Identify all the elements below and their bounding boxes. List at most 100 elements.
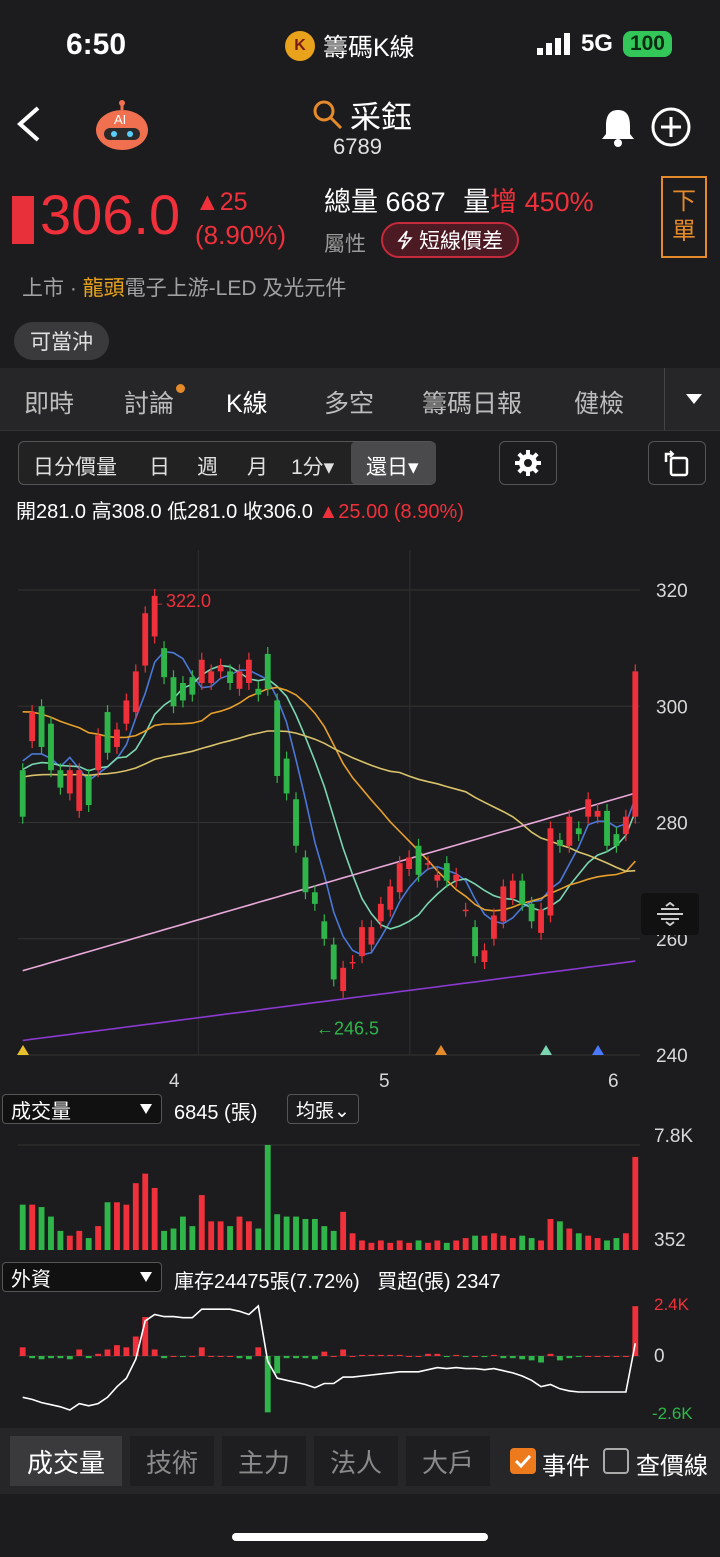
foreign-bar xyxy=(472,1356,478,1357)
foreign-bar xyxy=(359,1354,365,1356)
volume-bar xyxy=(491,1233,497,1250)
volume-bar xyxy=(302,1218,309,1250)
volume-bar xyxy=(330,1230,337,1250)
candle-body xyxy=(95,735,102,771)
tab-long-short[interactable]: 多空 xyxy=(324,384,374,420)
candle-body xyxy=(575,828,582,835)
foreign-bar xyxy=(622,1356,629,1357)
foreign-bar xyxy=(114,1345,120,1356)
rotate-screen-button[interactable] xyxy=(648,441,706,485)
foreign-bar xyxy=(189,1356,196,1357)
candle-body xyxy=(264,653,271,689)
candle-body xyxy=(217,665,224,672)
foreign-bar xyxy=(330,1356,337,1357)
candle-body xyxy=(396,863,403,893)
checkmark-icon xyxy=(514,1454,532,1468)
tab-discussion[interactable]: 討論 xyxy=(124,384,186,420)
candle-body xyxy=(19,770,26,817)
volume-min-label: 352 xyxy=(654,1230,686,1251)
candle-body xyxy=(132,671,139,713)
add-watchlist-icon[interactable] xyxy=(650,106,692,148)
foreign-bar xyxy=(368,1354,375,1356)
chart-settings-button[interactable] xyxy=(499,441,557,485)
period-day[interactable]: 日 xyxy=(149,451,170,481)
volume-bar xyxy=(556,1221,563,1250)
order-button[interactable]: 下 單 xyxy=(661,176,707,258)
bell-icon[interactable] xyxy=(598,106,638,148)
volume-bar xyxy=(255,1228,262,1250)
tab-kline[interactable]: K線 xyxy=(226,384,268,420)
candle-body xyxy=(38,706,45,747)
volume-bar xyxy=(170,1228,177,1250)
x-tick-label: 6 xyxy=(608,1071,619,1092)
event-checkbox[interactable] xyxy=(510,1448,536,1474)
tab-bar: 即時 討論 K線 多空 籌碼日報 健檢 xyxy=(0,368,720,431)
dropdown-triangle-icon xyxy=(140,1104,152,1114)
stock-name[interactable]: 采鈺 xyxy=(312,92,412,137)
foreign-zero-label: 0 xyxy=(654,1346,665,1367)
price-line-checkbox[interactable] xyxy=(603,1448,629,1474)
foreign-bar xyxy=(519,1356,526,1360)
foreign-bar xyxy=(311,1356,318,1360)
volume-bar xyxy=(622,1233,629,1250)
total-volume: 總量 6687 量增 450% xyxy=(324,180,594,219)
candle-body xyxy=(585,799,592,817)
volume-bar xyxy=(180,1216,186,1250)
foreign-info: 庫存24475張(7.72%) 買超(張) 2347 xyxy=(174,1265,501,1294)
foreign-bar xyxy=(38,1356,45,1360)
candle-body xyxy=(406,857,413,869)
leader-tag[interactable]: 龍頭 xyxy=(83,277,125,300)
back-button[interactable] xyxy=(14,104,44,151)
tab-chip-daily[interactable]: 籌碼日報 xyxy=(422,384,522,420)
foreign-max-label: 2.4K xyxy=(654,1295,690,1314)
btab-volume[interactable]: 成交量 xyxy=(10,1436,122,1486)
candle-body xyxy=(434,874,441,881)
period-intraday[interactable]: 日分價量 xyxy=(33,451,117,481)
event-marker-icon xyxy=(17,1045,29,1055)
btab-big-holder[interactable]: 大戶 xyxy=(406,1436,490,1486)
foreign-bar xyxy=(585,1356,592,1357)
market-dot: · xyxy=(64,277,83,300)
volume-bar xyxy=(208,1221,215,1250)
foreign-bar xyxy=(170,1356,177,1357)
candle-body xyxy=(377,903,384,922)
foreign-bar xyxy=(161,1356,167,1359)
tab-realtime[interactable]: 即時 xyxy=(24,384,74,420)
volume-indicator-select[interactable]: 成交量 xyxy=(2,1094,162,1124)
candle-body xyxy=(66,770,73,794)
volume-bar xyxy=(76,1230,83,1250)
period-adjusted-day[interactable]: 還日▾ xyxy=(366,451,419,481)
foreign-indicator-select[interactable]: 外資 xyxy=(2,1262,162,1292)
foreign-bar xyxy=(575,1356,582,1358)
y-tick-label: 280 xyxy=(656,814,688,835)
btab-main-force[interactable]: 主力 xyxy=(222,1436,306,1486)
ai-robot-icon[interactable]: AI xyxy=(92,100,152,152)
btab-institution[interactable]: 法人 xyxy=(314,1436,398,1486)
period-week[interactable]: 週 xyxy=(197,451,218,481)
vol-ratio-value: 450% xyxy=(524,187,594,217)
period-selector: 日分價量 日 週 月 1分▾ 還日▾ xyxy=(18,441,436,485)
volume-bar xyxy=(349,1233,356,1250)
foreign-bar xyxy=(95,1353,102,1356)
candle-body xyxy=(538,909,544,933)
candle-body xyxy=(632,671,639,817)
dropdown-arrow-icon[interactable] xyxy=(684,392,704,406)
volume-bar xyxy=(236,1216,243,1250)
period-minute[interactable]: 1分▾ xyxy=(291,451,334,481)
volume-bar xyxy=(613,1238,620,1250)
candle-body xyxy=(547,828,554,916)
btab-technical[interactable]: 技術 xyxy=(130,1436,214,1486)
tab-health[interactable]: 健檢 xyxy=(574,384,624,420)
volume-bar xyxy=(434,1240,441,1250)
candle-body xyxy=(340,967,347,992)
avg-lot-button[interactable]: 均張⌄ xyxy=(287,1094,359,1124)
foreign-bar xyxy=(255,1347,262,1356)
candle-body xyxy=(104,712,111,753)
chart-resize-handle[interactable] xyxy=(641,893,699,935)
industry[interactable]: 電子上游-LED 及光元件 xyxy=(125,277,347,300)
period-month[interactable]: 月 xyxy=(247,451,268,481)
order-button-line2: 單 xyxy=(672,218,696,245)
candle-body xyxy=(425,863,431,865)
foreign-bar xyxy=(462,1356,469,1358)
attr-tag[interactable]: 短線價差 xyxy=(381,222,519,258)
